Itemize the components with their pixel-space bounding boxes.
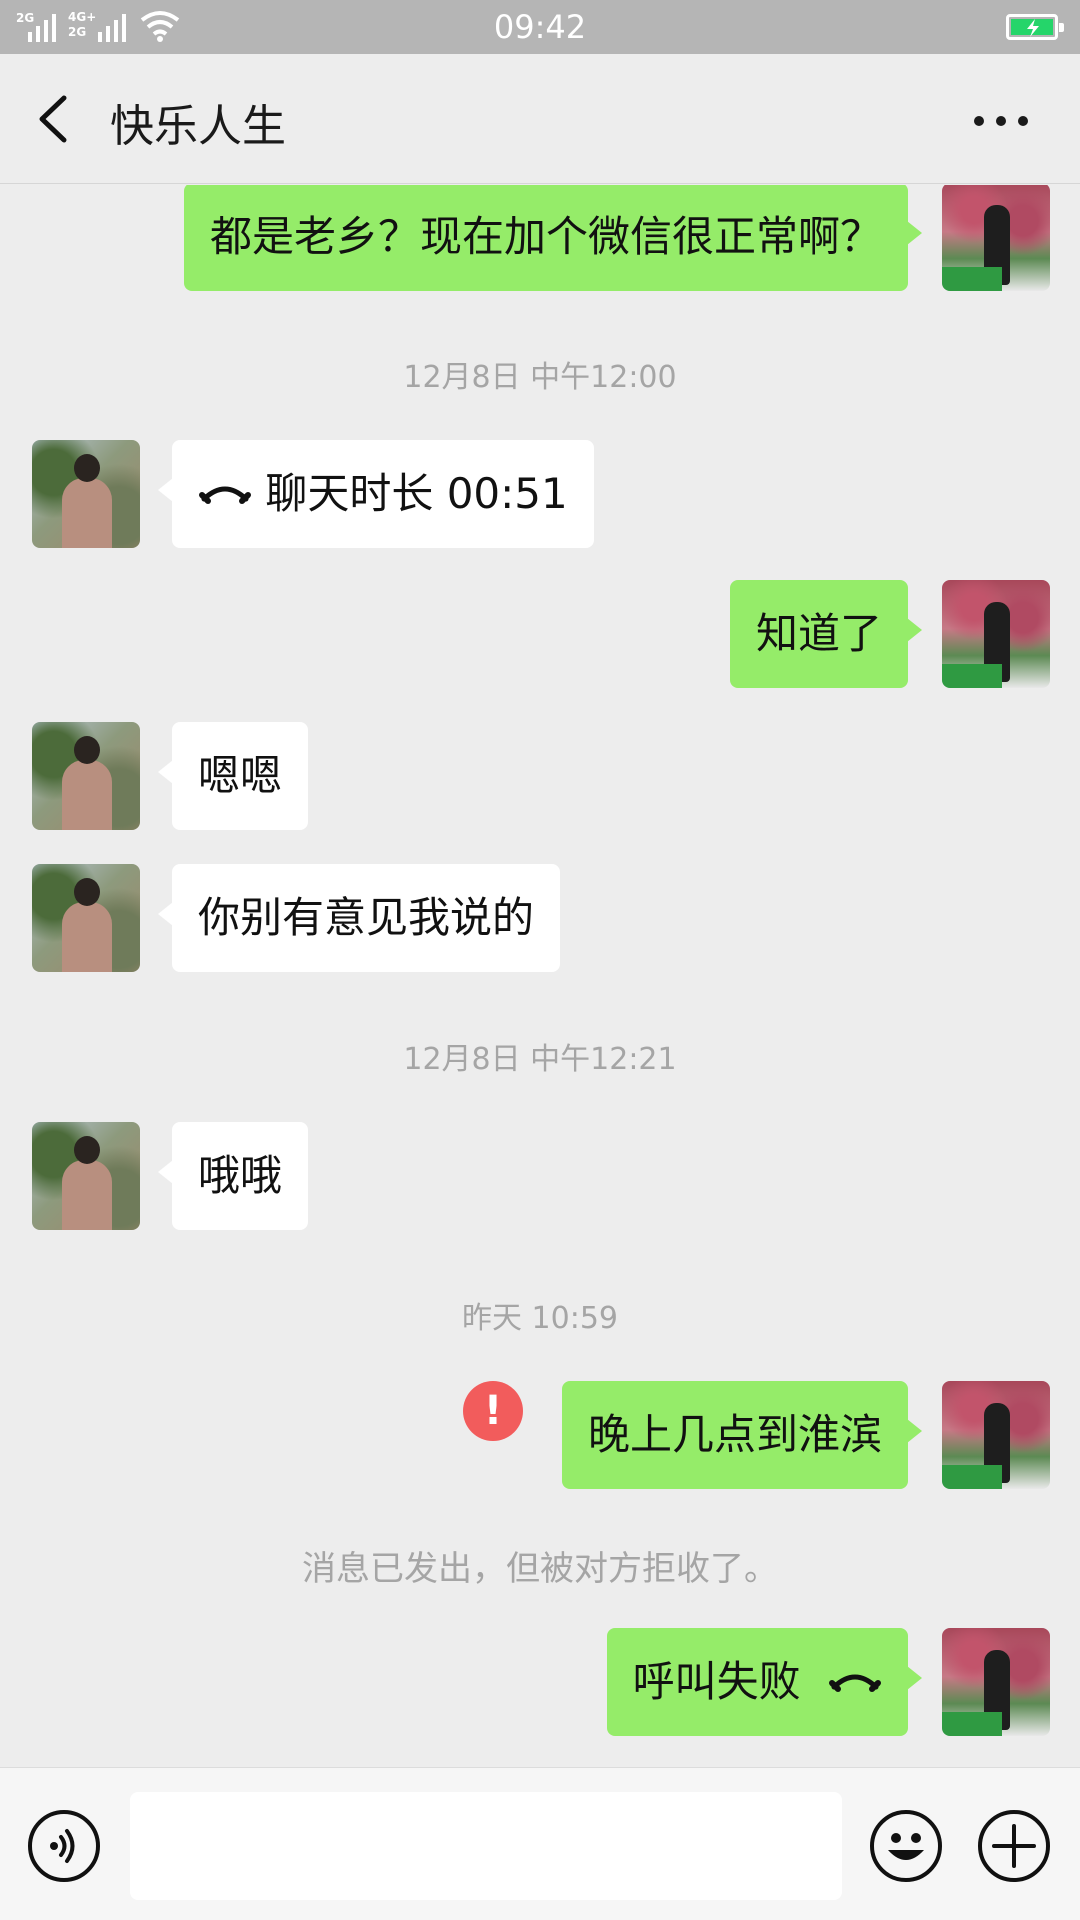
plus-icon (992, 1824, 1036, 1868)
more-options-button[interactable] (974, 114, 1030, 128)
phone-hangup-icon (199, 486, 251, 504)
chat-screen: 2G 4G+ 2G 09:42 快乐人生 都是老乡？现在加个微信很正常啊？ 12… (0, 0, 1080, 1920)
my-avatar[interactable] (942, 1381, 1050, 1489)
contact-avatar[interactable] (32, 722, 140, 830)
send-failed-icon[interactable]: ! (463, 1381, 523, 1441)
status-bar: 2G 4G+ 2G 09:42 (0, 0, 1080, 54)
battery-icon (1006, 14, 1064, 40)
emoji-icon (888, 1833, 924, 1860)
timestamp: 12月8日 中午12:21 (403, 1042, 677, 1077)
call-failed-text: 呼叫失败 (632, 1657, 801, 1706)
my-avatar[interactable] (942, 580, 1050, 688)
message-bubble-received[interactable]: 嗯嗯 (157, 722, 309, 830)
call-record-bubble[interactable]: 聊天时长 00:51 (158, 440, 594, 548)
contact-avatar[interactable] (32, 1122, 140, 1230)
message-bubble-sent[interactable]: 知道了 (729, 580, 923, 688)
add-button[interactable] (978, 1810, 1050, 1882)
timestamp: 昨天 10:59 (462, 1301, 618, 1336)
chat-header: 快乐人生 (0, 54, 1080, 184)
phone-hangup-icon (829, 1674, 881, 1692)
message-input[interactable] (130, 1792, 842, 1900)
contact-avatar[interactable] (32, 440, 140, 548)
voice-button[interactable] (28, 1810, 100, 1882)
call-duration-text: 聊天时长 00:51 (265, 469, 568, 518)
input-bar (0, 1767, 1080, 1920)
message-bubble-sent[interactable]: 都是老乡？现在加个微信很正常啊？ (183, 185, 923, 291)
status-time: 09:42 (493, 8, 587, 46)
message-bubble-sent[interactable]: 晚上几点到淮滨 (561, 1381, 923, 1489)
message-bubble-received[interactable]: 哦哦 (157, 1122, 309, 1230)
message-list[interactable]: 都是老乡？现在加个微信很正常啊？ 12月8日 中午12:00 聊天时长 00:5… (0, 185, 1080, 1767)
contact-avatar[interactable] (32, 864, 140, 972)
message-bubble-received[interactable]: 你别有意见我说的 (157, 864, 561, 972)
my-avatar[interactable] (942, 185, 1050, 291)
timestamp: 12月8日 中午12:00 (403, 360, 677, 395)
emoji-button[interactable] (870, 1810, 942, 1882)
system-notice: 消息已发出，但被对方拒收了。 (302, 1549, 778, 1589)
call-failed-bubble[interactable]: 呼叫失败 (606, 1628, 923, 1736)
my-avatar[interactable] (942, 1628, 1050, 1736)
voice-icon (50, 1829, 75, 1863)
chat-title: 快乐人生 (110, 101, 286, 152)
back-button[interactable] (34, 94, 74, 144)
